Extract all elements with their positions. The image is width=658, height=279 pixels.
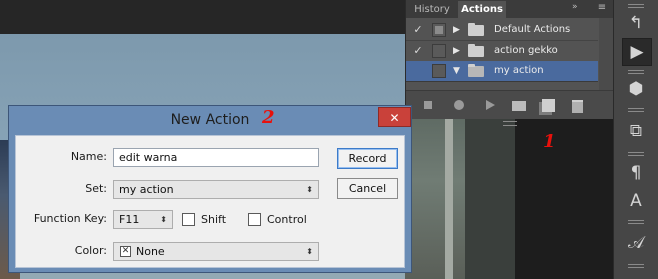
history-brush-icon[interactable]: ↰ — [622, 10, 650, 36]
tab-history[interactable]: History — [408, 1, 456, 18]
close-icon[interactable]: ✕ — [378, 107, 411, 127]
paragraph-icon[interactable]: A — [622, 188, 650, 214]
toolstrip-grip[interactable] — [628, 108, 644, 112]
toolstrip-grip[interactable] — [628, 264, 644, 268]
panel-menu-icon[interactable]: ≡ — [594, 1, 610, 15]
chevron-updown-icon: ⬍ — [160, 215, 167, 224]
new-action-dialog: New Action ✕ Name: edit warna Record Set… — [8, 105, 412, 273]
workspace-background — [515, 115, 613, 279]
dialog-body: Name: edit warna Record Set: my action ⬍… — [15, 135, 405, 268]
shift-checkbox[interactable] — [182, 213, 195, 226]
annotation-number-two: 2 — [262, 107, 275, 128]
function-key-label: Function Key: — [33, 212, 107, 225]
function-key-select[interactable]: F11 ⬍ — [113, 210, 173, 229]
new-set-folder-icon[interactable] — [512, 101, 526, 111]
toggle-item-check-empty[interactable] — [411, 64, 425, 78]
action-set-label: action gekko — [494, 45, 558, 56]
record-icon[interactable] — [454, 100, 464, 110]
expand-arrow-icon[interactable]: ▶ — [453, 23, 460, 37]
action-set-row-selected[interactable]: ▼ my action — [406, 61, 598, 82]
control-checkbox[interactable] — [248, 213, 261, 226]
open-folder-icon — [468, 64, 484, 77]
panel-scrollbar[interactable] — [599, 18, 613, 90]
toggle-item-check-icon[interactable]: ✓ — [411, 23, 425, 37]
toolstrip-grip[interactable] — [628, 220, 644, 224]
right-toolstrip: ↰ ▶ ⬢ ⧉ ¶ A 𝒜 — [613, 0, 658, 279]
toolstrip-grip[interactable] — [628, 4, 644, 8]
canvas-pole — [445, 115, 453, 279]
set-value: my action — [119, 183, 174, 196]
set-label: Set: — [85, 182, 107, 195]
play-actions-icon[interactable]: ▶ — [622, 38, 652, 66]
control-label: Control — [267, 213, 307, 226]
action-set-label: my action — [494, 65, 544, 76]
new-action-icon[interactable] — [542, 99, 555, 112]
color-label: Color: — [74, 244, 107, 257]
color-select[interactable]: ✕ None ⬍ — [113, 242, 319, 261]
set-select[interactable]: my action ⬍ — [113, 180, 319, 199]
trash-icon[interactable] — [572, 100, 583, 113]
tab-actions[interactable]: Actions — [458, 1, 506, 18]
shift-label: Shift — [201, 213, 227, 226]
chevron-updown-icon: ⬍ — [306, 185, 313, 194]
no-color-swatch-icon: ✕ — [120, 246, 131, 257]
color-value: None — [136, 245, 165, 258]
record-button[interactable]: Record — [337, 148, 398, 169]
toggle-dialog-icon[interactable] — [432, 44, 446, 58]
name-field[interactable]: edit warna — [113, 148, 319, 167]
panel-tab-bar: History Actions » ≡ — [406, 0, 614, 18]
canvas-shade — [465, 115, 515, 279]
collapse-arrow-icon[interactable]: ▼ — [453, 64, 460, 78]
folder-icon — [468, 44, 484, 57]
glyphs-icon[interactable]: 𝒜 — [622, 230, 650, 256]
paths-icon[interactable]: ⧉ — [622, 118, 650, 144]
panel-footer-toolbar — [406, 90, 614, 119]
stop-icon[interactable] — [424, 101, 432, 109]
action-set-row[interactable]: ✓ ▶ Default Actions — [406, 20, 598, 41]
canvas-right-section — [405, 115, 515, 279]
play-icon[interactable] — [486, 100, 495, 110]
function-key-value: F11 — [119, 213, 140, 226]
annotation-number-one: 1 — [543, 131, 556, 152]
3d-cube-icon[interactable]: ⬢ — [622, 76, 650, 102]
cancel-button[interactable]: Cancel — [337, 178, 398, 199]
action-set-label: Default Actions — [494, 24, 571, 35]
panel-resize-grip[interactable] — [503, 121, 517, 126]
folder-icon — [468, 23, 484, 36]
dialog-title: New Action — [170, 112, 250, 128]
chevron-updown-icon: ⬍ — [306, 247, 313, 256]
actions-panel: History Actions » ≡ ✓ ▶ Default Actions … — [405, 0, 614, 119]
expand-arrow-icon[interactable]: ▶ — [453, 44, 460, 58]
name-label: Name: — [70, 150, 107, 163]
character-icon[interactable]: ¶ — [622, 160, 650, 186]
action-set-row[interactable]: ✓ ▶ action gekko — [406, 41, 598, 62]
toolstrip-grip[interactable] — [628, 152, 644, 156]
toggle-item-check-icon[interactable]: ✓ — [411, 44, 425, 58]
collapse-panel-icon[interactable]: » — [572, 2, 578, 12]
toggle-dialog-icon[interactable] — [432, 23, 446, 37]
toggle-dialog-icon[interactable] — [432, 64, 446, 78]
toolstrip-grip[interactable] — [628, 70, 644, 74]
